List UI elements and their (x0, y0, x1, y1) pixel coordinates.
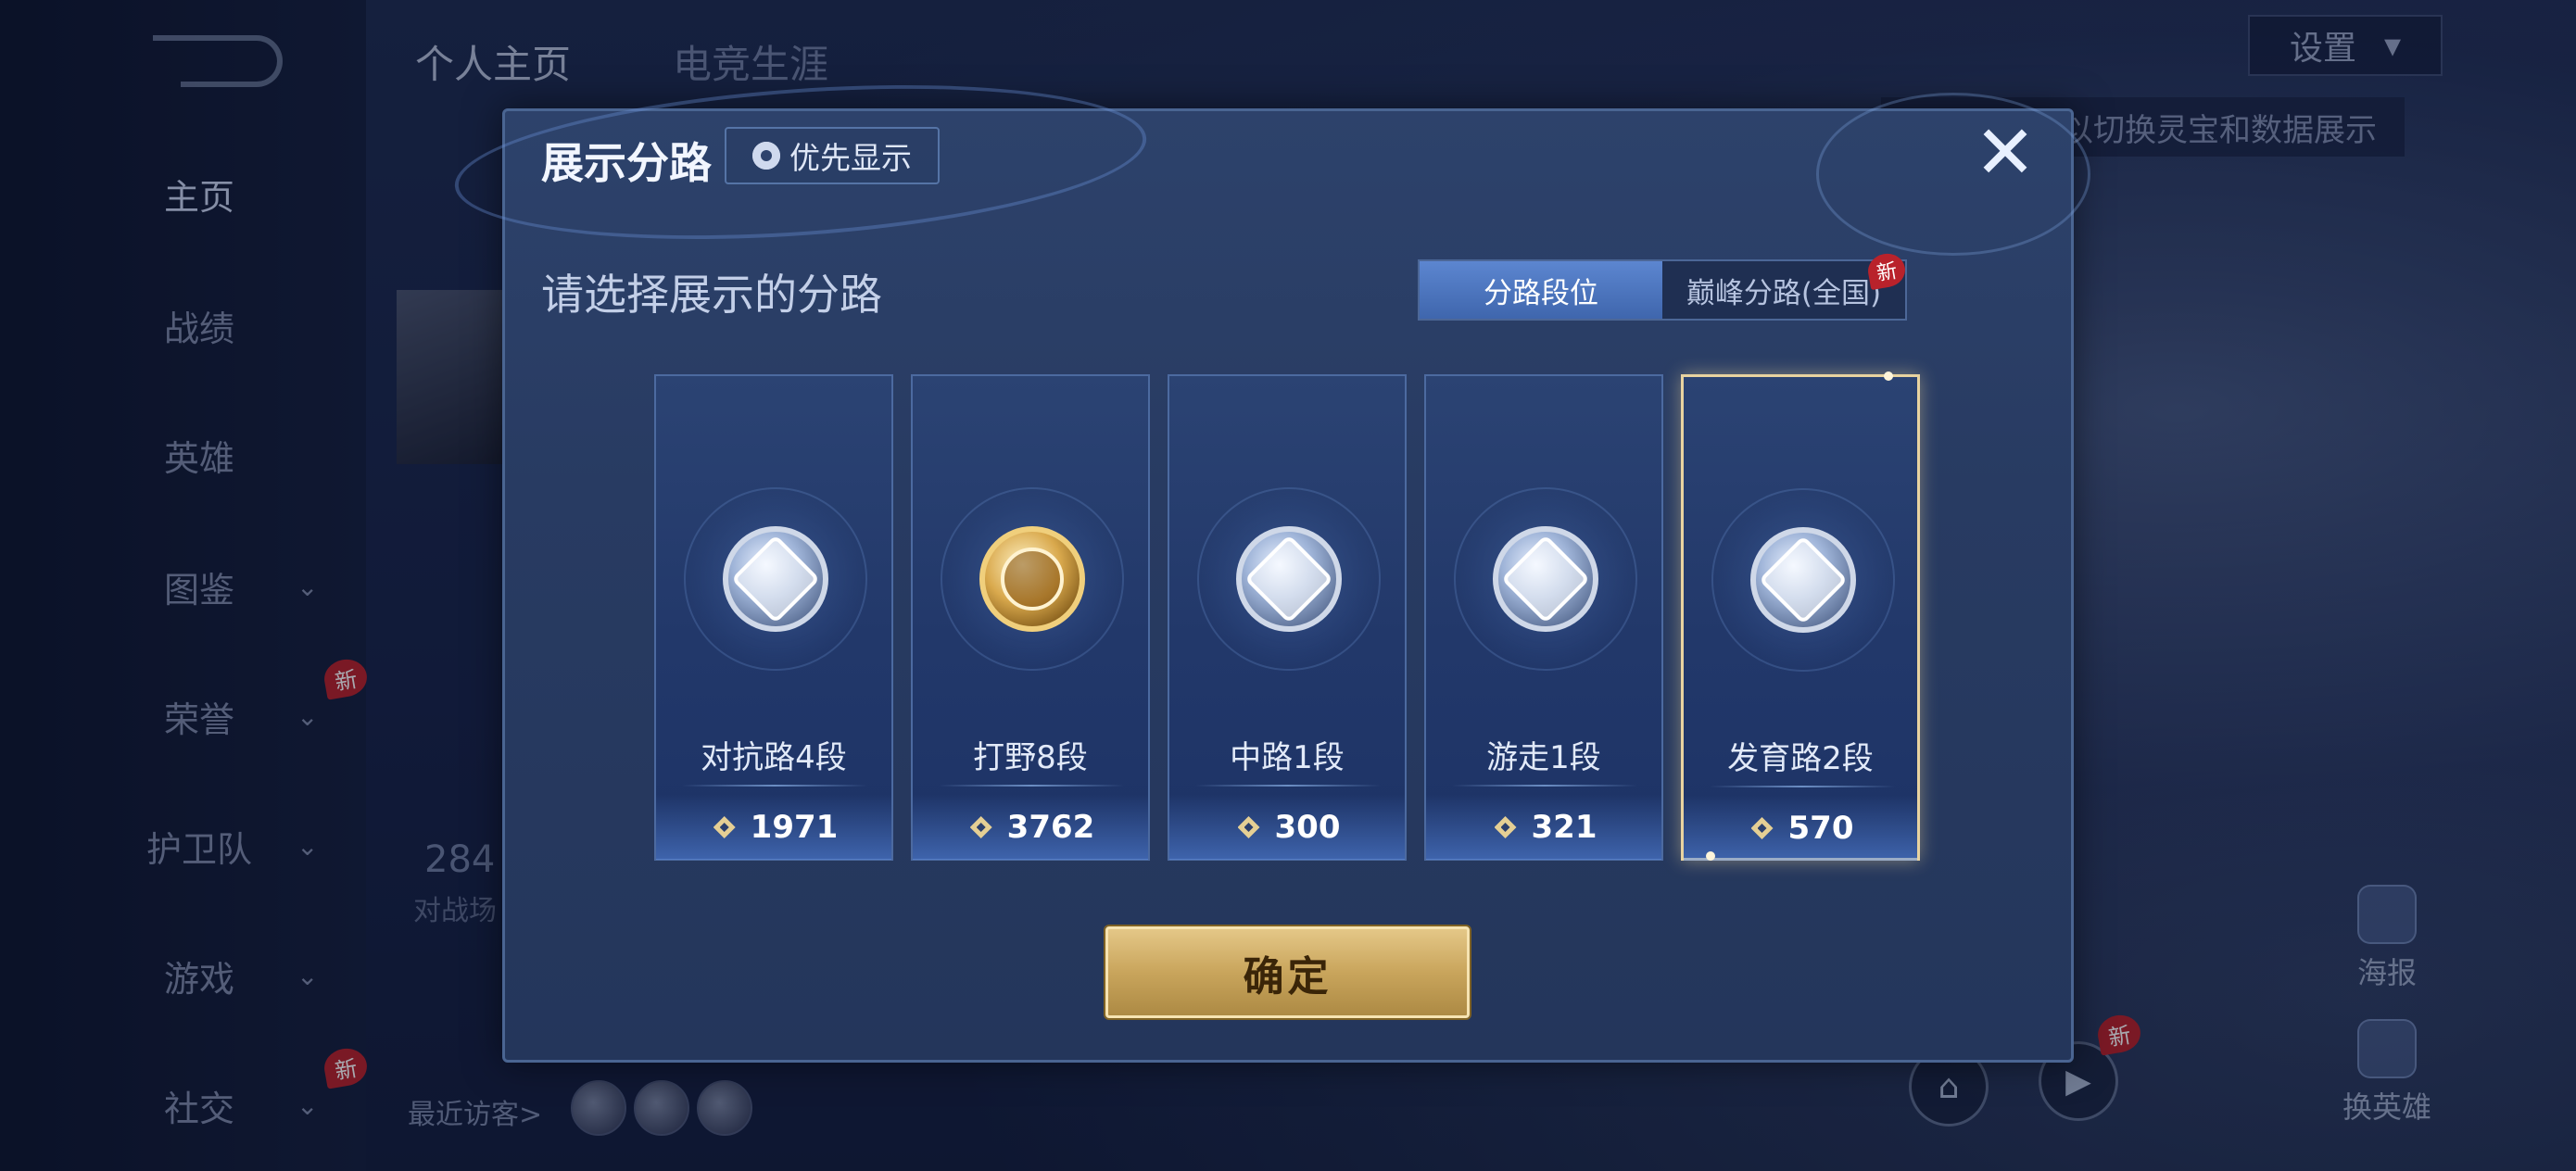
lane-card-roam[interactable]: 游走1段 321 (1424, 374, 1663, 861)
divider (682, 785, 867, 787)
lane-mode-toggle: 分路段位 巅峰分路(全国) 新 (1418, 250, 1908, 321)
divider (939, 785, 1124, 787)
peak-score-icon (1748, 815, 1777, 841)
peak-score-icon (1491, 814, 1521, 840)
lane-score-row: 1971 (656, 795, 891, 860)
peak-score-icon (710, 814, 739, 840)
confirm-button[interactable]: 确定 (1105, 926, 1470, 1018)
peak-score-icon (966, 814, 996, 840)
selection-corner-dot (1706, 851, 1715, 861)
dialog-title: 展示分路 (541, 138, 712, 188)
selection-corner-dot (1884, 371, 1893, 381)
divider (1710, 786, 1895, 787)
farm-lane-icon (1750, 527, 1856, 633)
peak-score-icon (1234, 814, 1264, 840)
lane-card-clash[interactable]: 对抗路4段 1971 (654, 374, 893, 861)
lane-score-row: 570 (1684, 796, 1917, 861)
lane-score: 3762 (1006, 809, 1095, 846)
close-icon[interactable]: ✕ (1970, 116, 2040, 191)
tab-label: 巅峰分路(全国) (1686, 276, 1882, 310)
lane-score-row: 321 (1426, 795, 1661, 860)
lane-card-farm[interactable]: 发育路2段 570 (1681, 371, 1920, 861)
lane-rank-name: 中路1段 (1230, 739, 1345, 776)
lane-rank-name: 游走1段 (1486, 739, 1601, 776)
priority-display-label: 优先显示 (789, 140, 912, 176)
lane-rank-name: 对抗路4段 (701, 739, 847, 776)
lane-card-mid[interactable]: 中路1段 300 (1168, 374, 1407, 861)
lane-rank-name: 发育路2段 (1727, 740, 1874, 777)
corner-swirl-decoration (1816, 93, 2090, 256)
lane-score-row: 300 (1169, 795, 1405, 860)
clash-lane-icon (723, 526, 828, 632)
tab-peak-lane-national[interactable]: 巅峰分路(全国) 新 (1662, 250, 1908, 319)
dialog-subtitle: 请选择展示的分路 (541, 270, 882, 320)
lane-score: 300 (1274, 809, 1341, 846)
lane-rank-name: 打野8段 (973, 739, 1088, 776)
lane-score: 321 (1531, 809, 1597, 846)
tab-lane-rank[interactable]: 分路段位 (1420, 261, 1662, 319)
lane-score: 570 (1787, 810, 1854, 847)
divider (1195, 785, 1381, 787)
priority-display-button[interactable]: 优先显示 (725, 127, 940, 184)
divider (1452, 785, 1637, 787)
mid-lane-icon (1236, 526, 1342, 632)
lane-score-row: 3762 (913, 795, 1148, 860)
roam-wings-icon (1493, 526, 1598, 632)
lane-score: 1971 (750, 809, 839, 846)
gear-icon (752, 142, 780, 170)
jungle-dragon-icon (979, 526, 1085, 632)
lane-card-jungle[interactable]: 打野8段 3762 (911, 374, 1150, 861)
